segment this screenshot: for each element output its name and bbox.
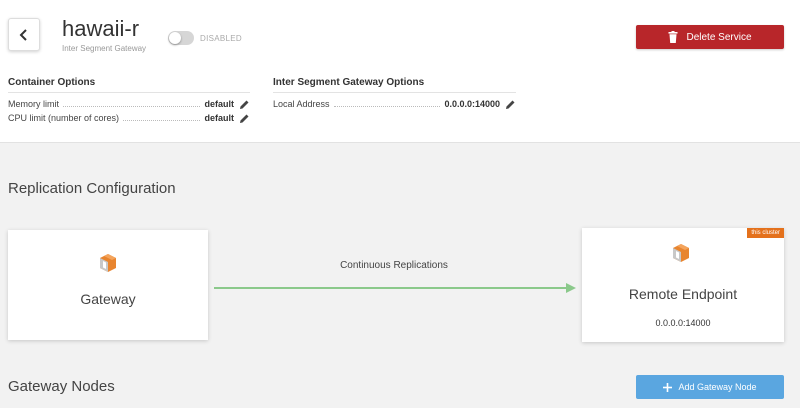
enable-toggle[interactable] [168,31,194,45]
leader-dots [63,105,201,107]
gateway-options: Inter Segment Gateway Options Local Addr… [273,77,516,111]
plus-icon [663,382,673,392]
trash-icon [668,31,678,43]
option-value: default [204,113,234,123]
replication-link-label: Continuous Replications [340,260,448,271]
container-options-title: Container Options [8,77,250,93]
service-header: hawaii-r Inter Segment Gateway DISABLED … [0,0,800,143]
gateway-options-title: Inter Segment Gateway Options [273,77,516,93]
option-label: Local Address [273,99,330,109]
gateway-nodes-title: Gateway Nodes [8,378,115,395]
option-value: default [204,99,234,109]
service-type: Inter Segment Gateway [62,44,147,53]
edit-pencil-icon[interactable] [239,99,250,110]
chevron-left-icon [19,28,27,41]
option-row-cpu: CPU limit (number of cores) default [8,111,250,125]
remote-endpoint-address: 0.0.0.0:14000 [655,318,711,328]
this-cluster-badge: this cluster [747,228,784,238]
option-row-local-address: Local Address 0.0.0.0:14000 [273,97,516,111]
add-gateway-node-label: Add Gateway Node [678,382,757,392]
container-options: Container Options Memory limit default C… [8,77,250,125]
replication-arrow-head [566,283,576,293]
back-button[interactable] [8,18,40,51]
leader-dots [333,105,441,107]
service-title: hawaii-r [62,16,140,41]
edit-pencil-icon[interactable] [505,99,516,110]
add-gateway-node-button[interactable]: Add Gateway Node [636,375,784,399]
replication-arrow-line [214,287,574,289]
leader-dots [123,119,201,121]
option-label: CPU limit (number of cores) [8,113,120,123]
remote-endpoint-label: Remote Endpoint [628,286,738,302]
replication-section-title: Replication Configuration [8,180,176,197]
endpoint-logo-icon [673,244,689,262]
remote-endpoint-card[interactable]: this cluster Remote Endpoint 0.0.0.0:140… [582,228,784,342]
delete-service-button[interactable]: Delete Service [636,25,784,49]
toggle-status-label: DISABLED [200,34,242,43]
delete-service-label: Delete Service [686,31,752,43]
gateway-card[interactable]: Gateway [8,230,208,340]
gateway-logo-icon [100,254,116,272]
toggle-knob [169,32,181,44]
option-label: Memory limit [8,99,59,109]
gateway-card-label: Gateway [80,291,136,307]
option-value: 0.0.0.0:14000 [444,99,500,109]
edit-pencil-icon[interactable] [239,113,250,124]
option-row-memory: Memory limit default [8,97,250,111]
